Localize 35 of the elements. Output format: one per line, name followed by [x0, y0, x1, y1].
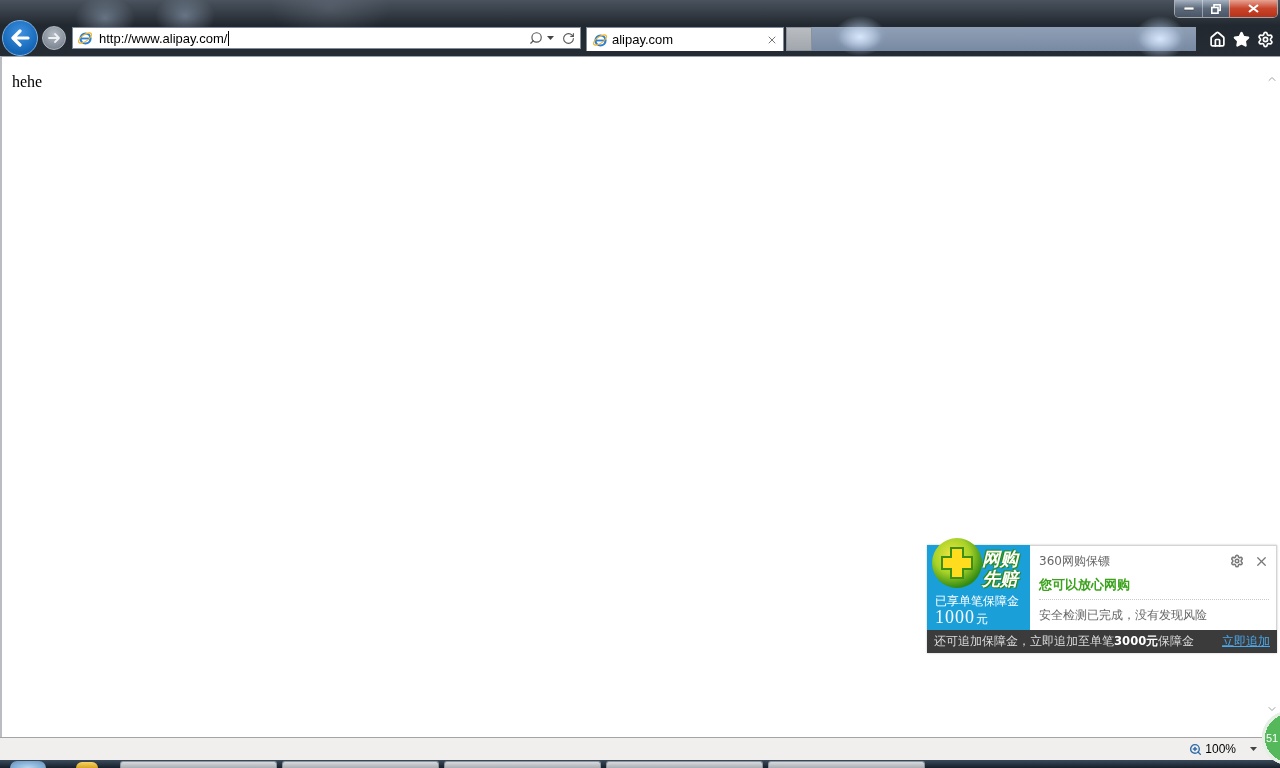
badge-unit: 元: [976, 611, 988, 628]
back-arrow-icon: [10, 29, 30, 47]
refresh-icon[interactable]: [562, 31, 575, 45]
restore-button[interactable]: [1202, 0, 1229, 17]
minimize-icon: [1183, 6, 1194, 11]
notification-headline: 您可以放心网购: [1039, 577, 1131, 593]
forward-arrow-icon: [47, 32, 61, 44]
add-now-link[interactable]: 立即追加: [1222, 633, 1270, 650]
browser-logo-icon: [77, 30, 93, 46]
home-icon[interactable]: [1209, 30, 1226, 48]
back-button[interactable]: [2, 20, 38, 56]
start-button[interactable]: [10, 761, 46, 768]
zoom-button[interactable]: 100%: [1189, 742, 1236, 756]
caret-icon[interactable]: [547, 36, 554, 40]
star-icon[interactable]: [1233, 30, 1250, 48]
footer-text: 还可追加保障金，立即追加至单笔3000元保障金: [934, 634, 1195, 649]
zoom-icon: [1189, 742, 1203, 756]
minimize-button[interactable]: [1175, 0, 1202, 17]
badge-title: 网购先赔: [982, 549, 1021, 589]
zoom-caret-icon[interactable]: [1250, 747, 1257, 751]
taskbar-app-icon[interactable]: [76, 762, 98, 768]
badge-caption: 已享单笔保障金: [935, 594, 1020, 609]
forward-button[interactable]: [42, 26, 66, 50]
browser-tab[interactable]: alipay.com: [586, 27, 784, 51]
plus-logo-icon: [931, 536, 983, 590]
browser-logo-icon: [592, 31, 608, 48]
notification-title: 360网购保镖: [1039, 553, 1111, 569]
restore-icon: [1211, 3, 1221, 14]
close-icon: [1248, 4, 1259, 13]
page-text: hehe: [12, 73, 43, 90]
address-field[interactable]: http://www.alipay.com/: [72, 27, 581, 49]
notification-message: 安全检测已完成，没有发现风险: [1039, 608, 1208, 623]
badge-amount: 1000: [935, 609, 975, 626]
close-button[interactable]: [1229, 0, 1277, 17]
search-icon[interactable]: [529, 31, 543, 45]
